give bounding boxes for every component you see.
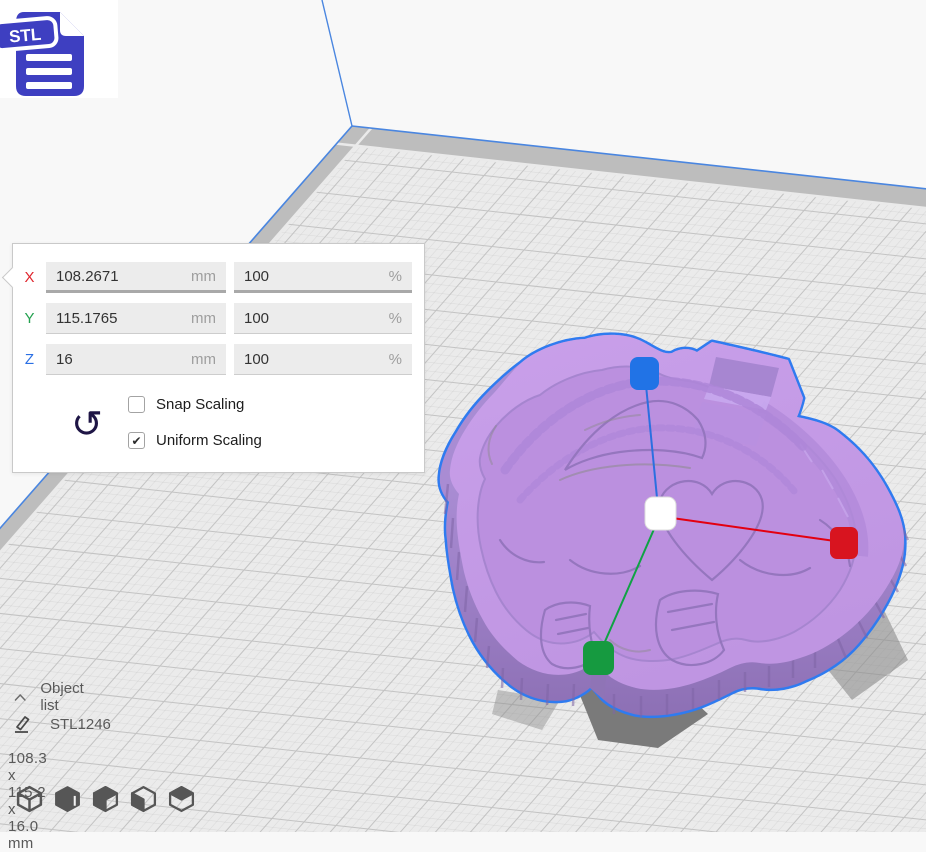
stl-badge-label: STL: [8, 25, 42, 47]
view-right-cube-icon[interactable]: [167, 784, 196, 813]
scale-z-percent-unit: %: [389, 351, 402, 368]
snap-scaling-row[interactable]: Snap Scaling: [128, 396, 244, 413]
scale-x-mm-field: mm: [46, 262, 226, 293]
scale-handle-x[interactable]: [830, 527, 858, 559]
axis-x-label: X: [13, 269, 46, 286]
stl-file-icon: STL: [0, 2, 100, 102]
object-name: STL1246: [50, 716, 111, 733]
scale-handle-y[interactable]: [583, 641, 614, 675]
scale-x-mm-unit: mm: [191, 268, 216, 285]
scale-y-mm-unit: mm: [191, 310, 216, 327]
scale-x-percent-input[interactable]: [244, 268, 383, 285]
scale-y-percent-input[interactable]: [244, 310, 383, 327]
snap-scaling-label: Snap Scaling: [156, 396, 244, 413]
collapse-caret-icon: [14, 692, 26, 703]
scale-y-percent-field: %: [234, 303, 412, 334]
view-top-cube-icon[interactable]: [129, 784, 158, 813]
object-list-title: Object list: [40, 680, 88, 714]
scale-handle-center[interactable]: [645, 497, 676, 530]
view-3d-cube-icon[interactable]: [15, 784, 44, 813]
uniform-scaling-checkmark: ✔: [131, 434, 141, 448]
scale-x-percent-field: %: [234, 262, 412, 293]
axis-z-label: Z: [13, 351, 46, 368]
scale-tool-panel: X mm % Y mm % Z mm % ↺: [12, 243, 425, 473]
axis-y-label: Y: [13, 310, 46, 327]
edit-pencil-icon: [12, 714, 32, 734]
scale-z-percent-field: %: [234, 344, 412, 375]
uniform-scaling-label: Uniform Scaling: [156, 432, 262, 449]
uniform-scaling-checkbox[interactable]: ✔: [128, 432, 145, 449]
object-list-header[interactable]: Object list: [14, 680, 88, 714]
uniform-scaling-row[interactable]: ✔ Uniform Scaling: [128, 432, 262, 449]
scale-z-percent-input[interactable]: [244, 351, 383, 368]
view-left-cube-icon[interactable]: [91, 784, 120, 813]
camera-view-toolbar: [15, 784, 205, 813]
snap-scaling-checkbox[interactable]: [128, 396, 145, 413]
view-front-cube-icon[interactable]: [53, 784, 82, 813]
scale-x-mm-input[interactable]: [56, 268, 185, 285]
scale-x-percent-unit: %: [389, 268, 402, 285]
reset-scale-button[interactable]: ↺: [65, 402, 109, 450]
scale-y-percent-unit: %: [389, 310, 402, 327]
scale-z-mm-unit: mm: [191, 351, 216, 368]
object-list-item[interactable]: STL1246: [12, 714, 111, 734]
scale-y-mm-field: mm: [46, 303, 226, 334]
scale-handle-z[interactable]: [630, 357, 659, 390]
scale-z-mm-input[interactable]: [56, 351, 185, 368]
scale-z-mm-field: mm: [46, 344, 226, 375]
scale-y-mm-input[interactable]: [56, 310, 185, 327]
